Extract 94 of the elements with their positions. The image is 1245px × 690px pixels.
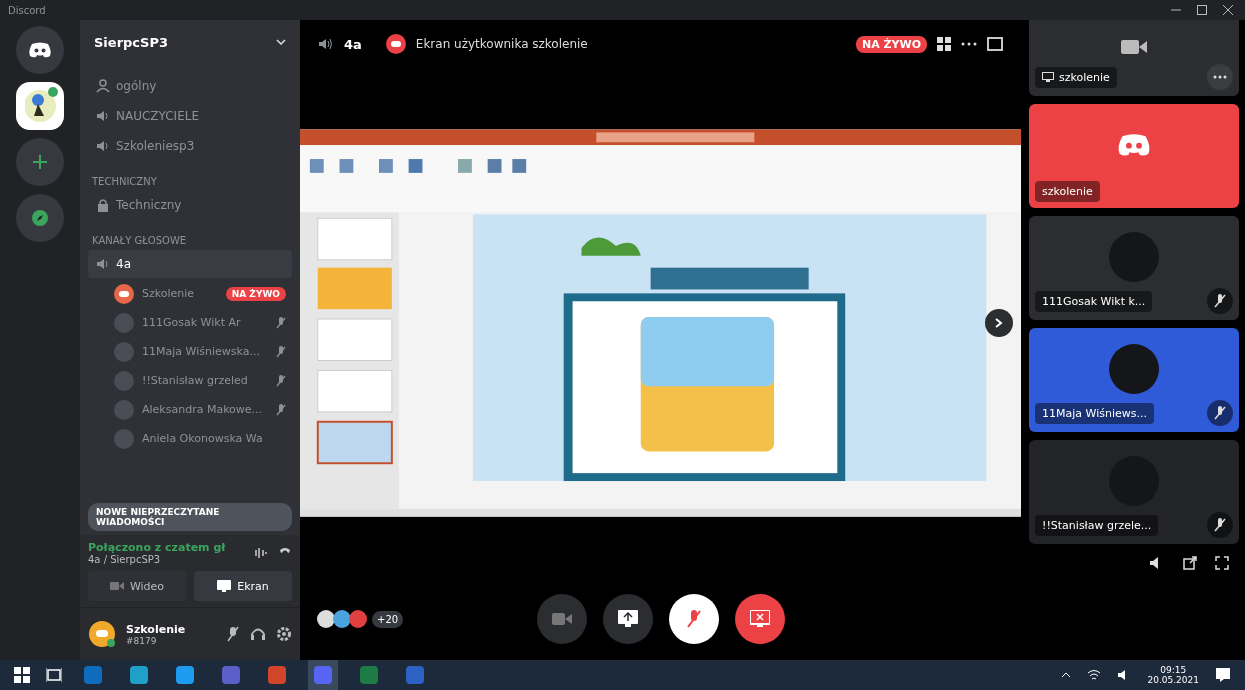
member-name[interactable]: 11Maja Wiśniewska... xyxy=(142,345,260,358)
camera-icon xyxy=(551,612,572,626)
muted-mic-icon xyxy=(685,609,702,629)
mute-button[interactable] xyxy=(668,594,719,644)
chevron-down-icon xyxy=(276,39,286,45)
user-avatar-icon[interactable] xyxy=(88,620,116,648)
wifi-icon[interactable] xyxy=(1087,669,1102,681)
participant-avatars-icon xyxy=(316,609,370,629)
settings-icon[interactable] xyxy=(276,626,292,642)
participant-name: 11Maja Wiśniews... xyxy=(1035,402,1154,424)
server-header[interactable]: SierpcSP3 xyxy=(80,20,300,64)
lock-icon xyxy=(96,198,110,212)
channel-item[interactable]: Szkoleniesp3 xyxy=(88,132,292,160)
camera-icon xyxy=(109,581,124,591)
member-name[interactable]: Aleksandra Makowe... xyxy=(142,403,263,416)
home-button[interactable] xyxy=(16,26,64,74)
explore-button[interactable] xyxy=(16,194,64,242)
stop-stream-icon xyxy=(749,610,770,628)
live-badge: NA ŻYWO xyxy=(856,35,927,53)
chevron-up-icon[interactable] xyxy=(1061,672,1072,678)
participant-name: !!Stanisław grzele... xyxy=(1035,514,1159,536)
unread-banner[interactable]: NOWE NIEPRZECZYTANE WIADOMOŚCI xyxy=(88,503,292,531)
clock-date[interactable]: 20.05.2021 xyxy=(1147,675,1199,685)
connection-status: Połączono z czatem gł xyxy=(88,541,227,554)
screen-share-icon xyxy=(617,610,638,628)
speaker-icon xyxy=(96,109,110,123)
avatar-icon xyxy=(114,283,134,304)
member-name[interactable]: Szkolenie xyxy=(142,287,195,300)
participant-name: 111Gosak Wikt k... xyxy=(1035,290,1153,312)
avatar-icon xyxy=(114,341,134,362)
noise-suppression-icon[interactable] xyxy=(254,546,268,560)
plus-icon xyxy=(32,154,48,170)
channel-item[interactable]: ogólny xyxy=(88,72,292,100)
channel-item[interactable]: NAUCZYCIELE xyxy=(88,102,292,130)
task-view-icon[interactable] xyxy=(46,667,62,683)
start-icon[interactable] xyxy=(14,667,30,683)
monitor-icon xyxy=(217,580,232,592)
clock-time[interactable]: 09:15 xyxy=(1160,665,1187,675)
screen-share-button[interactable] xyxy=(602,594,653,644)
add-server-button[interactable] xyxy=(16,138,64,186)
participant-tile[interactable]: 11Maja Wiśniews... xyxy=(1029,328,1239,432)
member-name[interactable]: !!Stanisław grzeled xyxy=(142,374,248,387)
fullscreen-icon[interactable] xyxy=(1215,556,1229,570)
popout-icon[interactable] xyxy=(1183,556,1197,570)
live-badge: NA ŻYWO xyxy=(225,286,286,301)
popout-icon[interactable] xyxy=(987,37,1003,51)
channel-item[interactable]: Techniczny xyxy=(88,191,292,219)
close-icon[interactable] xyxy=(1223,5,1233,15)
stop-stream-button[interactable] xyxy=(734,594,785,644)
category-header[interactable]: KANAŁY GŁOSOWE xyxy=(88,233,292,248)
speaker-icon xyxy=(96,257,110,271)
compass-icon xyxy=(31,209,49,227)
avatar-icon xyxy=(114,428,134,449)
channel-item[interactable]: 4a xyxy=(88,250,292,278)
chevron-right-icon xyxy=(995,318,1003,328)
discord-logo-icon xyxy=(1116,132,1152,158)
discord-logo-icon xyxy=(28,41,52,59)
user-tag: #8179 xyxy=(126,635,216,646)
participant-tile[interactable]: 111Gosak Wikt k... xyxy=(1029,216,1239,320)
participant-tile[interactable]: szkolenie xyxy=(1029,104,1239,208)
camera-icon xyxy=(1121,38,1147,56)
screen-share-button[interactable]: Ekran xyxy=(194,571,292,601)
speaker-icon xyxy=(318,37,334,51)
avatar-icon xyxy=(114,370,134,391)
participant-count: +20 xyxy=(372,610,404,628)
member-name[interactable]: Aniela Okonowska Wa xyxy=(142,432,263,445)
headphones-icon[interactable] xyxy=(250,626,266,642)
streamer-avatar-icon xyxy=(385,34,406,54)
channel-title: 4a xyxy=(344,36,362,52)
participant-name: szkolenie xyxy=(1035,181,1100,202)
maximize-icon[interactable] xyxy=(1197,5,1207,15)
user-name: Szkolenie xyxy=(126,622,187,636)
person-icon xyxy=(96,79,110,93)
member-name[interactable]: 111Gosak Wikt Ar xyxy=(142,316,241,329)
avatar-icon xyxy=(1109,344,1159,394)
window-title: Discord xyxy=(8,4,46,16)
avatar-icon xyxy=(114,312,134,333)
stream-tile[interactable]: szkolenie xyxy=(1029,20,1239,96)
more-options-icon[interactable] xyxy=(961,42,977,46)
speaker-icon xyxy=(96,139,110,153)
muted-mic-icon[interactable] xyxy=(226,626,240,642)
app-tile-icon[interactable] xyxy=(308,660,338,690)
grid-layout-icon[interactable] xyxy=(937,37,951,51)
stream-title: Ekran użytkownika szkolenie xyxy=(415,37,588,51)
server-icon[interactable] xyxy=(16,82,64,130)
video-button[interactable]: Wideo xyxy=(88,571,186,601)
notifications-icon[interactable] xyxy=(1215,667,1231,683)
camera-button[interactable] xyxy=(536,594,587,644)
participant-name: szkolenie xyxy=(1035,66,1117,88)
voice-channel-link[interactable]: 4a / SierpcSP3 xyxy=(88,554,244,565)
participant-tile[interactable]: !!Stanisław grzele... xyxy=(1029,440,1239,544)
category-header[interactable]: TECHNICZNY xyxy=(88,174,292,189)
monitor-icon xyxy=(1042,71,1054,83)
avatar-icon xyxy=(114,399,134,420)
